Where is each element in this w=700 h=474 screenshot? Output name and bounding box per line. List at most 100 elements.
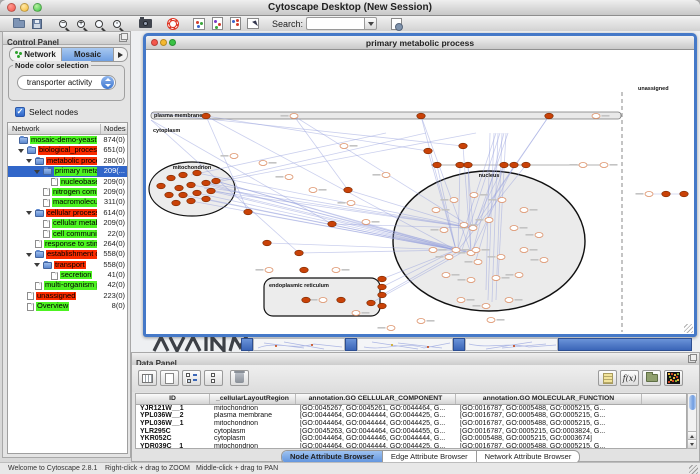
graph-node[interactable] (515, 273, 523, 278)
tab-overflow-arrow-icon[interactable] (114, 48, 127, 61)
tree-row-unassigned[interactable]: unassigned223(0) (8, 291, 127, 301)
selected-graph-node[interactable] (179, 172, 187, 178)
open-session-button[interactable] (10, 17, 28, 31)
table-row[interactable]: YDR039C__1mitochondrion[GO:0044464, GO:0… (136, 443, 686, 449)
tree-row-nucleobase-[interactable]: nucleobase-209(0) (8, 177, 127, 187)
graph-node[interactable] (429, 248, 437, 253)
table-cell[interactable]: YPL036W__2 (136, 412, 210, 420)
graph-node[interactable] (510, 226, 518, 231)
selected-graph-node[interactable] (157, 183, 165, 189)
selected-graph-node[interactable] (433, 162, 441, 168)
minimized-window-thumbnail[interactable] (357, 338, 453, 351)
minimized-window-icon[interactable] (241, 338, 253, 351)
table-cell[interactable]: [GO:0044464, GO:0044444, GO:0044425, G..… (296, 412, 456, 420)
table-row[interactable]: YLR295Ccytoplasm[GO:0045263, GO:0044464,… (136, 428, 686, 436)
selected-graph-node[interactable] (662, 191, 670, 197)
graph-node[interactable] (432, 208, 440, 213)
attribute-matrix-button[interactable] (664, 370, 683, 386)
graph-node[interactable] (485, 218, 493, 223)
selected-graph-node[interactable] (378, 303, 386, 309)
graph-node[interactable] (332, 268, 340, 273)
tree-row-nitrogen-compo[interactable]: nitrogen compo209(0) (8, 187, 127, 197)
disclosure-triangle-icon[interactable] (26, 211, 32, 215)
new-attribute-button[interactable] (160, 370, 179, 386)
disclosure-triangle-icon[interactable] (34, 170, 40, 174)
float-panel-icon[interactable] (688, 355, 696, 363)
table-cell[interactable]: cytoplasm (210, 435, 296, 443)
graph-node[interactable] (472, 248, 480, 253)
selected-graph-node[interactable] (175, 185, 183, 191)
graph-node[interactable] (505, 298, 513, 303)
table-cell[interactable]: [GO:0044464, GO:0044444, GO:0044425, G..… (296, 420, 456, 428)
selected-graph-node[interactable] (202, 196, 210, 202)
table-cell[interactable]: [GO:0045267, GO:0045261, GO:0044464, G..… (296, 405, 456, 413)
window-resize-grip[interactable] (684, 324, 693, 333)
selected-graph-node[interactable] (459, 143, 467, 149)
graph-node[interactable] (440, 228, 448, 233)
attribute-table-button[interactable] (138, 370, 157, 386)
tree-row-macromolecule[interactable]: macromolecule311(0) (8, 197, 127, 207)
graph-node[interactable] (579, 163, 587, 168)
table-cell[interactable]: [GO:0016787, GO:0005488, GO:0005215, G..… (456, 420, 642, 428)
table-cell[interactable]: cytoplasm (210, 428, 296, 436)
app-resize-grip[interactable] (689, 465, 698, 474)
formula-builder-button[interactable]: f(x) (620, 370, 639, 386)
tree-row-establishment-of-lo[interactable]: establishment of lo558(0) (8, 249, 127, 259)
tree-column-network[interactable]: Network (12, 124, 40, 133)
zoom-fit-button[interactable] (90, 17, 108, 31)
selected-graph-node[interactable] (424, 148, 432, 154)
table-cell[interactable]: mitochondrion (210, 443, 296, 449)
selected-graph-node[interactable] (193, 190, 201, 196)
table-cell[interactable]: [GO:0016787, GO:0005488, GO:0005215, G..… (456, 405, 642, 413)
tree-row-transport[interactable]: transport558(0) (8, 260, 127, 270)
graph-node[interactable] (467, 278, 475, 283)
snapshot-button[interactable] (136, 17, 154, 31)
selected-graph-node[interactable] (417, 113, 425, 119)
selected-graph-node[interactable] (207, 188, 215, 194)
search-dropdown-button[interactable] (364, 17, 377, 30)
tree-row-multi-organism-pro[interactable]: multi-organism pro42(0) (8, 280, 127, 290)
column-header[interactable]: ID (136, 394, 210, 404)
graph-node[interactable] (540, 258, 548, 263)
tree-row-primary-metabo[interactable]: primary metabo209(... (8, 166, 127, 176)
selected-graph-node[interactable] (500, 162, 508, 168)
table-cell[interactable]: [GO:0005488, GO:0005215, GO:0003674] (456, 435, 642, 443)
table-cell[interactable]: YPL036W__1 (136, 420, 210, 428)
graph-node[interactable] (487, 318, 495, 323)
network-canvas[interactable]: plasma membranecytoplasmmitochondrionnuc… (146, 50, 694, 334)
graph-node[interactable] (265, 268, 273, 273)
table-cell[interactable]: mitochondrion (210, 405, 296, 413)
selected-graph-node[interactable] (165, 192, 173, 198)
import-attributes-button[interactable] (642, 370, 661, 386)
graph-node[interactable] (382, 173, 390, 178)
network-window-titlebar[interactable]: primary metabolic process (146, 36, 694, 50)
table-cell[interactable]: YLR295C (136, 428, 210, 436)
window-titlebar[interactable]: Cytoscape Desktop (New Session) (0, 0, 700, 16)
table-cell[interactable]: [GO:0016787, GO:0005488, GO:0005215, G..… (456, 443, 642, 449)
tree-row-mosaic-demo-yeast[interactable]: mosaic-demo-yeast874(0) (8, 135, 127, 145)
selected-graph-node[interactable] (378, 292, 386, 298)
selected-graph-node[interactable] (212, 178, 220, 184)
minimized-window-icon[interactable] (453, 338, 465, 351)
scroll-down-icon[interactable] (688, 439, 696, 448)
disclosure-triangle-icon[interactable] (34, 263, 40, 267)
graph-node[interactable] (520, 248, 528, 253)
selected-graph-node[interactable] (510, 162, 518, 168)
table-cell[interactable]: [GO:0045263, GO:0044464, GO:0044455, G..… (296, 428, 456, 436)
tree-row-cellular-metabo[interactable]: cellular metabo209(0) (8, 218, 127, 228)
destroy-network-view-button[interactable] (244, 17, 262, 31)
graph-node[interactable] (450, 198, 458, 203)
table-row[interactable]: YKR052Ccytoplasm[GO:0044464, GO:0044446,… (136, 435, 686, 443)
graph-node[interactable] (452, 248, 460, 253)
tab-mosaic[interactable]: Mosaic (62, 48, 114, 61)
graph-node[interactable] (442, 273, 450, 278)
disclosure-triangle-icon[interactable] (26, 253, 32, 257)
table-row[interactable]: YJR121W__1mitochondrion[GO:0045267, GO:0… (136, 405, 686, 413)
table-scrollbar[interactable] (687, 393, 697, 449)
selected-graph-node[interactable] (263, 240, 271, 246)
selected-graph-node[interactable] (367, 300, 375, 306)
selected-graph-node[interactable] (202, 113, 210, 119)
graph-node[interactable] (230, 154, 238, 159)
select-nodes-checkbox[interactable]: ✓ (15, 107, 25, 117)
scrollbar-thumb[interactable] (689, 395, 696, 410)
